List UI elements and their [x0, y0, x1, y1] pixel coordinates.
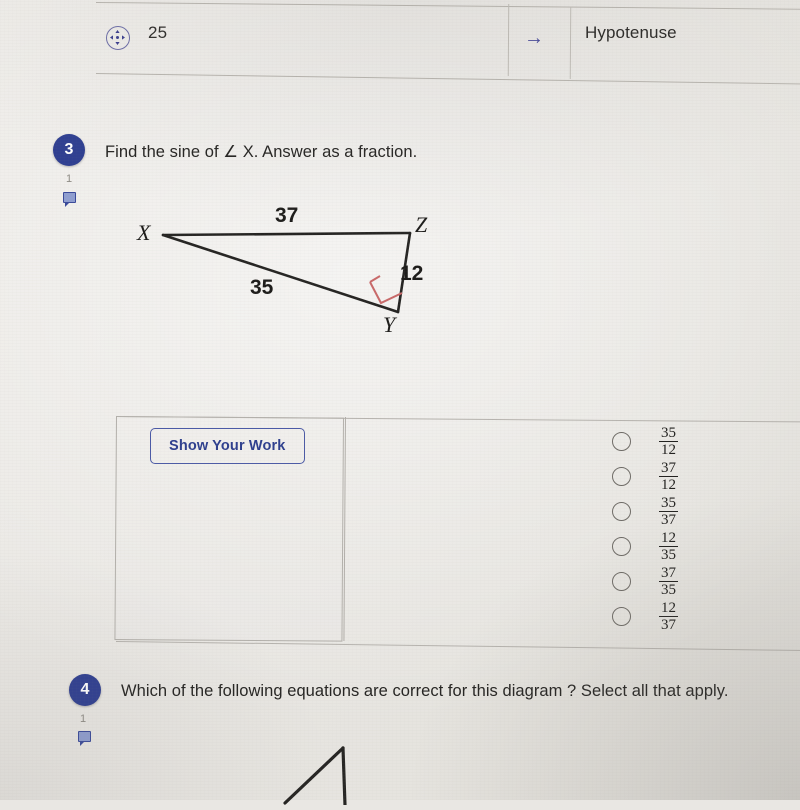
- answer-choice-4-numerator: 12: [661, 529, 676, 546]
- triangle-vertex-Y: Y: [383, 312, 396, 337]
- radio-button-2[interactable]: [612, 467, 631, 486]
- answer-choice-row[interactable]: 35 12: [612, 424, 792, 459]
- answer-choice-1-numerator: 35: [661, 424, 676, 441]
- question-3-comment-count: 1: [66, 173, 73, 185]
- answer-area-vertical-divider: [343, 417, 346, 642]
- radio-button-5[interactable]: [612, 572, 631, 591]
- radio-button-1[interactable]: [612, 432, 631, 451]
- top-row-top-border: [95, 2, 800, 10]
- question-4-comment-count: 1: [80, 713, 87, 725]
- page-background: [0, 0, 800, 800]
- answer-choice-5-denominator: 35: [659, 581, 678, 598]
- answer-choice-2-fraction: 37 12: [659, 460, 678, 493]
- answer-choice-row[interactable]: 12 35: [612, 529, 792, 564]
- question-3-answer-area: Show Your Work 35 12 37 12 35 37 12 35 3…: [114, 410, 800, 652]
- question-4-text: Which of the following equations are cor…: [121, 682, 729, 700]
- top-row-divider-2: [569, 6, 572, 80]
- top-row-label: Hypotenuse: [585, 23, 677, 42]
- answer-choice-5-numerator: 37: [661, 564, 676, 581]
- answer-choice-2-denominator: 12: [659, 476, 678, 493]
- question-4-partial-diagram: [255, 745, 375, 807]
- radio-button-6[interactable]: [612, 607, 631, 626]
- question-3-triangle-diagram: X Z Y 37 35 12: [125, 200, 465, 350]
- top-question-row: 25 → Hypotenuse: [95, 0, 800, 85]
- right-arrow-icon: →: [524, 27, 544, 49]
- answer-choice-2-numerator: 37: [661, 459, 676, 476]
- answer-choice-row[interactable]: 37 35: [612, 564, 792, 599]
- answer-choice-list: 35 12 37 12 35 37 12 35 37 35 12 37: [612, 424, 792, 634]
- answer-choice-4-fraction: 12 35: [659, 530, 678, 563]
- answer-choice-6-numerator: 12: [661, 599, 676, 616]
- triangle-side-XZ-label: 37: [275, 204, 299, 227]
- answer-choice-3-numerator: 35: [661, 494, 676, 511]
- answer-choice-1-fraction: 35 12: [659, 425, 678, 458]
- top-row-number: 25: [148, 23, 168, 42]
- triangle-side-ZY-label: 12: [400, 262, 424, 285]
- show-your-work-button[interactable]: Show Your Work: [150, 428, 305, 464]
- question-3-text: Find the sine of ∠ X. Answer as a fracti…: [105, 143, 418, 161]
- top-row-divider-1: [507, 3, 510, 77]
- triangle-vertex-X: X: [137, 220, 151, 245]
- radio-button-3[interactable]: [612, 502, 631, 521]
- answer-choice-6-denominator: 37: [659, 616, 678, 633]
- answer-choice-3-fraction: 35 37: [659, 495, 678, 528]
- question-4-badge[interactable]: 4: [69, 674, 101, 706]
- question-4-comment-icon[interactable]: [78, 731, 91, 746]
- move-arrows-icon[interactable]: [106, 26, 130, 50]
- answer-choice-5-fraction: 37 35: [659, 565, 678, 598]
- answer-choice-row[interactable]: 35 37: [612, 494, 792, 529]
- answer-choice-1-denominator: 12: [659, 441, 678, 458]
- question-3-badge[interactable]: 3: [53, 134, 85, 166]
- triangle-side-XY-label: 35: [250, 276, 274, 299]
- answer-choice-4-denominator: 35: [659, 546, 678, 563]
- answer-choice-row[interactable]: 37 12: [612, 459, 792, 494]
- answer-choice-6-fraction: 12 37: [659, 600, 678, 633]
- radio-button-4[interactable]: [612, 537, 631, 556]
- answer-choice-3-denominator: 37: [659, 511, 678, 528]
- answer-choice-row[interactable]: 12 37: [612, 599, 792, 634]
- question-3-comment-icon[interactable]: [63, 192, 76, 207]
- triangle-vertex-Z: Z: [415, 212, 428, 237]
